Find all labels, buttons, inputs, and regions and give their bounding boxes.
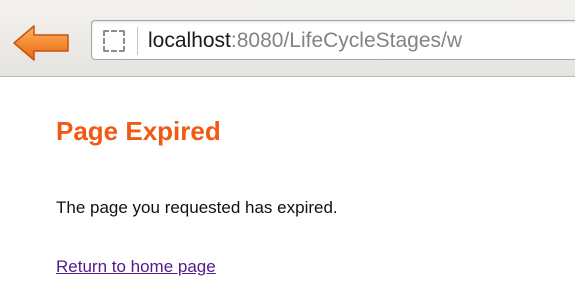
- page-title: Page Expired: [56, 116, 221, 146]
- url-path: :8080/LifeCycleStages/w: [230, 29, 463, 52]
- address-bar[interactable]: localhost:8080/LifeCycleStages/w: [91, 20, 575, 60]
- expired-message: The page you requested has expired.: [56, 198, 338, 217]
- return-home-link[interactable]: Return to home page: [56, 257, 216, 277]
- address-bar-divider: [137, 27, 138, 55]
- browser-toolbar: localhost:8080/LifeCycleStages/w: [0, 0, 575, 77]
- page-icon[interactable]: [103, 30, 125, 52]
- page-content: Page Expired The page you requested has …: [56, 113, 556, 276]
- address-text[interactable]: localhost:8080/LifeCycleStages/w: [148, 27, 462, 55]
- back-arrow-icon[interactable]: [12, 24, 72, 62]
- url-host: localhost: [148, 29, 231, 52]
